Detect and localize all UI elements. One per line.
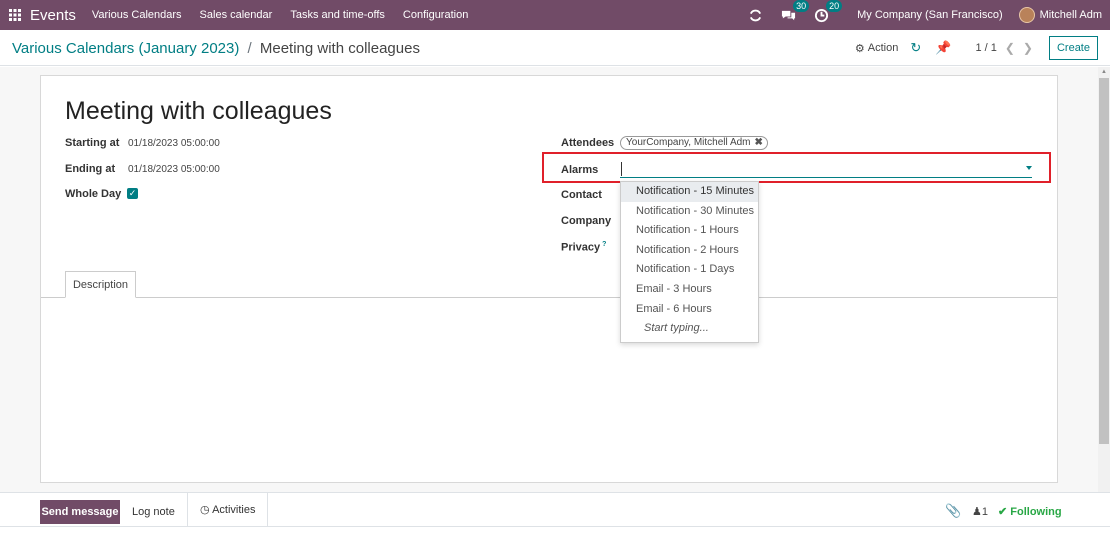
alarm-dropdown: Notification - 15 Minutes Notification -… bbox=[620, 181, 759, 343]
messages-badge: 30 bbox=[793, 0, 810, 12]
dropdown-option[interactable]: Notification - 15 Minutes bbox=[621, 182, 758, 202]
chatter-bar: Send message Log note ◷ Activities 📎 ♟1 … bbox=[0, 492, 1110, 537]
remove-tag-icon[interactable]: ✖ bbox=[755, 137, 763, 148]
contact-label: Contact bbox=[561, 189, 602, 201]
apps-menu-icon[interactable] bbox=[0, 0, 30, 30]
activities-button[interactable]: ◷ Activities bbox=[187, 493, 269, 527]
gear-icon: ⚙ bbox=[854, 42, 865, 55]
breadcrumb-separator: / bbox=[247, 40, 252, 57]
breadcrumb: Various Calendars (January 2023) / Meeti… bbox=[12, 40, 420, 57]
dropdown-option[interactable]: Notification - 1 Hours bbox=[621, 221, 758, 241]
create-button[interactable]: Create bbox=[1048, 36, 1098, 60]
dropdown-option[interactable]: Notification - 30 Minutes bbox=[621, 202, 758, 222]
menu-configuration[interactable]: Configuration bbox=[403, 9, 468, 21]
person-icon: ♟ bbox=[972, 506, 982, 518]
chatter-divider bbox=[0, 526, 1110, 527]
followers-button[interactable]: ♟1 bbox=[972, 505, 988, 518]
page-title[interactable]: Meeting with colleagues bbox=[65, 97, 332, 126]
dropdown-option[interactable]: Email - 3 Hours bbox=[621, 280, 758, 300]
start-typing-hint: Start typing... bbox=[644, 322, 709, 335]
user-menu[interactable]: Mitchell Adm bbox=[1040, 9, 1102, 21]
sync-icon[interactable] bbox=[748, 8, 763, 23]
pager-next-icon[interactable]: ❯ bbox=[1023, 41, 1033, 55]
starting-at-label: Starting at bbox=[65, 137, 120, 149]
log-note-button[interactable]: Log note bbox=[132, 506, 175, 518]
avatar[interactable] bbox=[1018, 7, 1035, 23]
activities-clock-icon[interactable]: 20 bbox=[814, 0, 843, 23]
help-icon[interactable]: ? bbox=[602, 241, 606, 248]
send-message-button[interactable]: Send message bbox=[40, 500, 120, 524]
following-label: Following bbox=[1010, 506, 1062, 518]
pager-value[interactable]: 1 / 1 bbox=[975, 42, 996, 54]
top-navbar: Events Various Calendars Sales calendar … bbox=[0, 0, 1110, 30]
action-button[interactable]: ⚙ Action bbox=[855, 42, 898, 55]
alarms-input[interactable] bbox=[620, 159, 1032, 178]
dropdown-option[interactable]: Notification - 1 Days bbox=[621, 260, 758, 280]
scrollbar-thumb[interactable] bbox=[1099, 78, 1109, 444]
text-cursor bbox=[621, 162, 622, 176]
activities-label: Activities bbox=[212, 504, 256, 516]
app-brand[interactable]: Events bbox=[30, 7, 76, 24]
tab-divider bbox=[41, 297, 1057, 298]
alarms-label: Alarms bbox=[561, 164, 599, 176]
control-panel: Various Calendars (January 2023) / Meeti… bbox=[0, 30, 1110, 66]
ending-at-field[interactable]: 01/18/2023 05:00:00 bbox=[128, 164, 220, 175]
starting-at-field[interactable]: 01/18/2023 05:00:00 bbox=[128, 138, 220, 149]
whole-day-label: Whole Day bbox=[65, 188, 122, 200]
chevron-down-icon[interactable] bbox=[1026, 166, 1032, 170]
clock-icon: ◷ bbox=[200, 504, 210, 516]
following-button[interactable]: ✔ Following bbox=[998, 505, 1062, 518]
scroll-up-icon[interactable]: ▲ bbox=[1101, 69, 1107, 75]
attendees-label: Attendees bbox=[561, 137, 615, 149]
form-sheet: Meeting with colleagues Starting at 01/1… bbox=[40, 75, 1058, 483]
activities-badge: 20 bbox=[826, 0, 843, 12]
pager-prev-icon[interactable]: ❮ bbox=[1005, 41, 1015, 55]
action-label: Action bbox=[867, 42, 899, 54]
privacy-label: Privacy? bbox=[561, 241, 607, 254]
ending-at-label: Ending at bbox=[65, 163, 116, 175]
refresh-icon[interactable]: ↻ bbox=[910, 40, 921, 56]
followers-count: 1 bbox=[981, 506, 988, 518]
menu-sales-calendar[interactable]: Sales calendar bbox=[200, 9, 273, 21]
attendee-tag[interactable]: YourCompany, Mitchell Adm ✖ bbox=[620, 136, 768, 150]
breadcrumb-current: Meeting with colleagues bbox=[259, 40, 420, 57]
company-label: Company bbox=[561, 215, 612, 227]
dropdown-option[interactable]: Email - 6 Hours bbox=[621, 300, 758, 320]
check-icon: ✔ bbox=[998, 506, 1008, 518]
paperclip-icon[interactable]: 📎 bbox=[945, 503, 961, 519]
company-switcher[interactable]: My Company (San Francisco) bbox=[857, 9, 1003, 21]
messages-icon[interactable]: 30 bbox=[781, 0, 810, 23]
whole-day-checkbox[interactable]: ✓ bbox=[127, 188, 138, 199]
menu-tasks-time-offs[interactable]: Tasks and time-offs bbox=[290, 9, 385, 21]
menu-various-calendars[interactable]: Various Calendars bbox=[92, 9, 182, 21]
dropdown-option[interactable]: Notification - 2 Hours bbox=[621, 241, 758, 261]
pin-icon[interactable]: 📌 bbox=[935, 40, 951, 56]
breadcrumb-parent[interactable]: Various Calendars (January 2023) bbox=[12, 40, 239, 57]
tab-description[interactable]: Description bbox=[65, 271, 136, 298]
attendee-tag-label: YourCompany, Mitchell Adm bbox=[626, 137, 751, 148]
